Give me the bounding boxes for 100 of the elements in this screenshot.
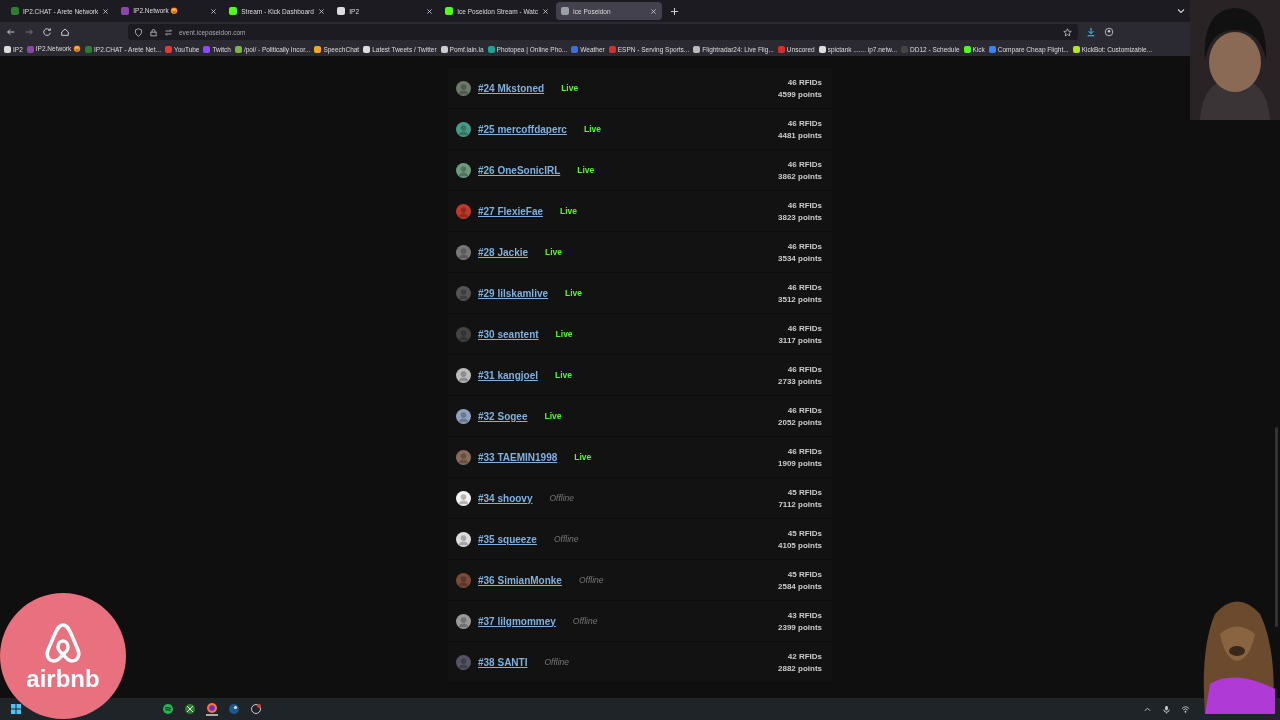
rfid-count: 46 RFIDs [787,118,822,128]
status-label: Live [565,288,583,298]
shield-icon [134,27,143,37]
wifi-icon[interactable] [1181,704,1190,714]
status-label: Live [577,165,595,175]
avatar-icon [456,326,471,342]
points-total: 1909 points [778,458,822,468]
streamer-link[interactable]: #30 seantent [478,328,539,340]
status-label: Live [545,247,563,257]
status-label: Offline [578,575,604,585]
new-tab-icon[interactable] [669,6,679,16]
avatar-icon [456,490,471,506]
close-icon[interactable] [649,7,657,15]
rfid-count: 45 RFIDs [787,569,822,579]
spotify-icon[interactable] [162,703,174,715]
rfid-count: 46 RFIDs [787,159,822,169]
rfid-count: 45 RFIDs [787,528,822,538]
streamer-link[interactable]: #24 Mkstoned [478,82,545,94]
points-total: 3117 points [778,335,822,345]
streamer-link[interactable]: #36 SimianMonke [478,574,562,586]
rfid-count: 46 RFIDs [787,446,822,456]
rfid-count: 43 RFIDs [787,610,822,620]
download-icon[interactable] [1086,27,1096,37]
app-icon[interactable] [184,703,196,715]
points-total: 3534 points [778,253,822,263]
points-total: 3512 points [778,294,822,304]
rfid-count: 46 RFIDs [787,405,822,415]
avatar-icon [456,531,471,547]
rfid-count: 46 RFIDs [787,323,822,333]
status-label: Live [555,329,573,339]
streamer-link[interactable]: #37 lilgmommey [478,615,556,627]
points-total: 2399 points [778,622,822,632]
streamer-link[interactable]: #27 FlexieFae [478,205,544,217]
close-icon[interactable] [426,7,434,15]
avatar-icon [456,80,471,96]
avatar-icon [456,654,471,670]
back-icon[interactable] [6,27,16,37]
app-icon[interactable] [250,703,262,715]
streamer-link[interactable]: #38 SANTI [478,656,528,668]
windows-start-icon[interactable] [10,703,22,715]
avatar-icon [456,572,471,588]
avatar-icon [456,121,471,137]
avatar-icon [456,203,471,219]
streamer-link[interactable]: #35 squeeze [478,533,537,545]
points-total: 7112 points [778,499,822,509]
streamer-link[interactable]: #32 Sogee [478,410,528,422]
streamer-link[interactable]: #25 mercoffdaperc [478,123,567,135]
points-total: 2052 points [778,417,822,427]
avatar-icon [456,449,471,465]
status-label: Live [555,370,573,380]
status-label: Live [574,452,592,462]
account-icon[interactable] [1104,27,1114,37]
home-icon[interactable] [60,27,70,37]
chevron-down-icon[interactable] [1176,6,1186,16]
close-icon[interactable] [541,7,549,15]
close-icon[interactable] [210,7,218,15]
status-label: Offline [553,534,579,544]
lock-icon [149,27,158,37]
streamer-link[interactable]: #33 TAEMIN1998 [478,451,558,463]
star-icon[interactable] [1063,27,1072,37]
points-total: 4599 points [778,89,822,99]
status-label: Offline [544,657,570,667]
points-total: 3862 points [778,171,822,181]
points-total: 3823 points [778,212,822,222]
streamer-link[interactable]: #34 shoovy [478,492,533,504]
avatar-icon [456,285,471,301]
microphone-icon[interactable] [1162,704,1171,714]
rfid-count: 46 RFIDs [787,200,822,210]
permissions-icon [164,27,173,37]
rfid-count: 46 RFIDs [787,241,822,251]
streamer-link[interactable]: #26 OneSonicIRL [478,164,561,176]
points-total: 2882 points [778,663,822,673]
points-total: 2733 points [778,376,822,386]
close-icon[interactable] [318,7,326,15]
avatar-icon [456,244,471,260]
points-total: 2584 points [778,581,822,591]
status-label: Offline [572,616,598,626]
reload-icon[interactable] [42,27,52,37]
status-label: Live [560,206,578,216]
rfid-count: 46 RFIDs [787,282,822,292]
firefox-icon[interactable] [206,702,218,716]
rfid-count: 42 RFIDs [787,651,822,661]
points-total: 4481 points [778,130,822,140]
avatar-icon [456,162,471,178]
status-label: Offline [549,493,575,503]
status-label: Live [561,83,579,93]
ad-label: airbnb [26,667,100,691]
rfid-count: 46 RFIDs [787,364,822,374]
streamer-link[interactable]: #31 kangjoel [478,369,539,381]
avatar-icon [456,408,471,424]
streamer-link[interactable]: #28 Jackie [478,246,529,258]
streamer-link[interactable]: #29 lilskamlive [478,287,549,299]
rfid-count: 45 RFIDs [787,487,822,497]
steam-icon[interactable] [228,703,240,715]
status-label: Live [544,411,562,421]
rfid-count: 46 RFIDs [787,77,822,87]
points-total: 4105 points [778,540,822,550]
close-icon[interactable] [102,7,110,15]
avatar-icon [456,367,471,383]
avatar-icon [456,613,471,629]
